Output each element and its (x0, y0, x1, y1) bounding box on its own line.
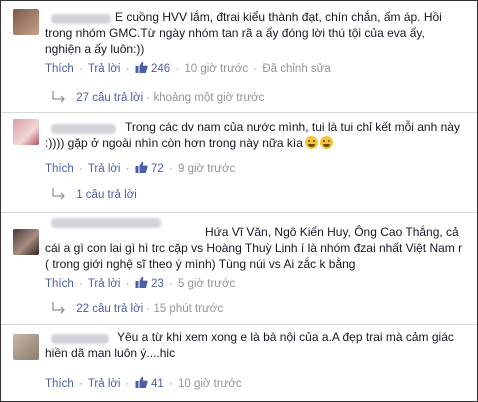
avatar[interactable] (13, 334, 39, 360)
replies-count[interactable]: 22 câu trả lời (76, 303, 143, 315)
comment-meta: Thích · Trả lời · 246 · 10 giờ trước · Đ… (45, 61, 331, 75)
crying-face-icon (319, 136, 333, 149)
reply-button[interactable]: Trả lời (88, 278, 121, 290)
reply-arrow-icon (52, 188, 65, 200)
like-button[interactable]: Thích (45, 378, 74, 390)
reply-arrow-icon (52, 91, 65, 103)
comment-text: Trong các dv nam của nước mình, tui là t… (45, 120, 460, 150)
replies-count[interactable]: 1 câu trả lời (76, 189, 137, 201)
comment-4: Yêu a từ khi xem xong e là bà nội của a.… (1, 325, 477, 401)
avatar[interactable] (13, 229, 39, 255)
replies-time: khoảng một giờ trước (153, 92, 265, 104)
timestamp[interactable]: 9 giờ trước (178, 163, 235, 175)
reply-button[interactable]: Trả lời (88, 378, 121, 390)
crying-face-icon (304, 136, 318, 149)
comment-3: Hứa Vĩ Văn, Ngô Kiến Huy, Ông Cao Thắng,… (1, 213, 477, 317)
like-count[interactable]: 72 (151, 163, 164, 175)
replies-link[interactable]: 22 câu trả lời · 15 phút trước (51, 301, 223, 317)
thumbs-up-icon (135, 376, 148, 388)
edited-label[interactable]: Đã chỉnh sửa (262, 63, 330, 75)
avatar[interactable] (13, 119, 39, 145)
comment-meta: Thích · Trả lời · 41 · 10 giờ trước (45, 376, 242, 390)
comment-2: Trong các dv nam của nước mình, tui là t… (1, 113, 477, 211)
like-count[interactable]: 41 (151, 378, 164, 390)
timestamp[interactable]: 10 giờ trước (184, 63, 248, 75)
comment-meta: Thích · Trả lời · 23 · 5 giờ trước (45, 276, 236, 290)
comment-text: E cuồng HVV lắm, đtrai kiểu thành đạt, c… (45, 10, 442, 56)
like-count[interactable]: 246 (151, 63, 170, 75)
reply-arrow-icon (52, 302, 65, 314)
like-button[interactable]: Thích (45, 278, 74, 290)
comment-text: Yêu a từ khi xem xong e là bà nội của a.… (45, 330, 454, 360)
reply-button[interactable]: Trả lời (88, 63, 121, 75)
replies-count[interactable]: 27 câu trả lời (76, 92, 143, 104)
thumbs-up-icon (135, 276, 148, 288)
like-count[interactable]: 23 (151, 278, 164, 290)
thumbs-up-icon (135, 161, 148, 173)
comments-panel: E cuồng HVV lắm, đtrai kiểu thành đạt, c… (0, 0, 478, 402)
comment-meta: Thích · Trả lời · 72 · 9 giờ trước (45, 161, 236, 175)
replies-time: 15 phút trước (153, 303, 224, 315)
reply-button[interactable]: Trả lời (88, 163, 121, 175)
replies-link[interactable]: 1 câu trả lời (51, 187, 137, 203)
thumbs-up-icon (135, 61, 148, 73)
timestamp[interactable]: 5 giờ trước (178, 278, 235, 290)
timestamp[interactable]: 10 giờ trước (178, 378, 242, 390)
like-button[interactable]: Thích (45, 63, 74, 75)
comment-1: E cuồng HVV lắm, đtrai kiểu thành đạt, c… (1, 1, 477, 111)
replies-link[interactable]: 27 câu trả lời · khoảng một giờ trước (51, 90, 264, 106)
comment-text: Hứa Vĩ Văn, Ngô Kiến Huy, Ông Cao Thắng,… (45, 225, 463, 271)
avatar[interactable] (13, 9, 39, 35)
like-button[interactable]: Thích (45, 163, 74, 175)
